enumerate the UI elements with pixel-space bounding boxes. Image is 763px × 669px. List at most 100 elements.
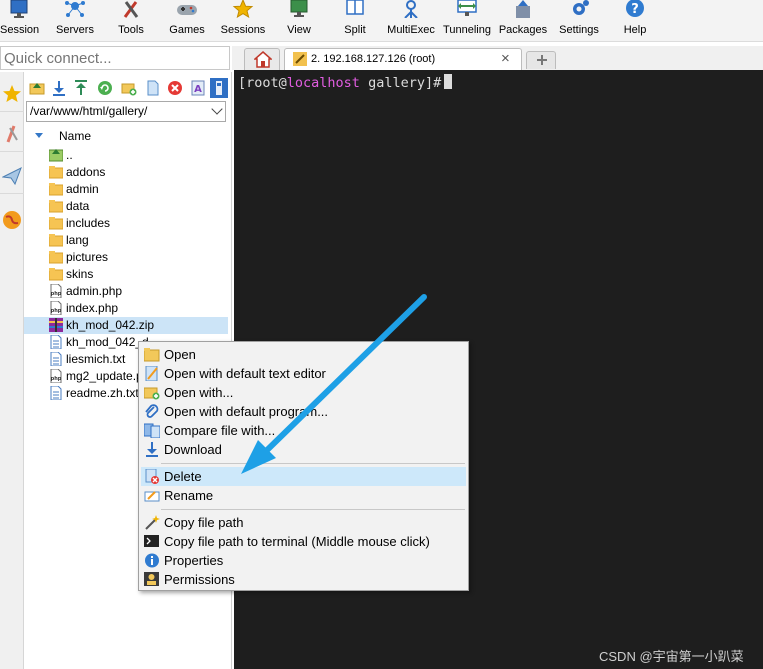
menu-item-properties[interactable]: Properties: [141, 551, 466, 570]
file-row[interactable]: data: [24, 198, 228, 215]
packages-button[interactable]: Packages: [498, 0, 548, 42]
games-button[interactable]: Games: [166, 0, 208, 42]
text-editor-icon: [145, 366, 158, 381]
file-name: ..: [66, 148, 73, 162]
tools-strip-button[interactable]: [0, 116, 24, 152]
follow-terminal-toggle[interactable]: [210, 78, 228, 98]
file-name: addons: [66, 165, 106, 179]
file-name: liesmich.txt: [66, 352, 126, 366]
file-row[interactable]: includes: [24, 215, 228, 232]
file-name: lang: [66, 233, 89, 247]
sftp-strip-button[interactable]: [0, 202, 24, 238]
user-permissions-icon: [144, 572, 159, 586]
new-tab-button[interactable]: [526, 51, 556, 69]
star-icon: [232, 0, 254, 18]
tools-icon: [6, 124, 18, 143]
home-tab[interactable]: [244, 48, 280, 70]
menu-item-copy-file-path[interactable]: Copy file path: [141, 513, 466, 532]
tab-session-2[interactable]: 2. 192.168.127.126 (root) ×: [284, 48, 522, 70]
text-file-icon: [50, 386, 62, 400]
refresh-button[interactable]: [96, 78, 114, 98]
name-column-label: Name: [59, 129, 92, 143]
menu-item-delete[interactable]: Delete: [141, 467, 466, 486]
name-column-header[interactable]: Name: [24, 126, 230, 146]
menu-item-permissions[interactable]: Permissions: [141, 570, 466, 589]
file-row[interactable]: lang: [24, 232, 228, 249]
delete-x-icon: [168, 81, 182, 95]
svg-text:php: php: [51, 291, 62, 297]
menu-label-properties: Properties: [164, 553, 224, 568]
file-context-menu: Open Open with default text editor Open …: [138, 341, 469, 591]
menu-item-open-default-program[interactable]: Open with default program...: [141, 402, 466, 421]
file-row[interactable]: admin: [24, 181, 228, 198]
parent-folder-icon: [49, 149, 63, 162]
menu-item-rename[interactable]: Rename: [141, 486, 466, 505]
macros-strip-button[interactable]: [0, 158, 24, 194]
menu-separator: [161, 463, 465, 464]
folder-icon: [49, 166, 63, 179]
servers-icon: [65, 1, 85, 17]
terminal-follow-icon: [216, 81, 222, 95]
help-label: Help: [623, 24, 647, 36]
sessions-button[interactable]: Sessions: [220, 0, 266, 42]
multiexec-icon: [404, 0, 418, 18]
session-button[interactable]: Session: [0, 0, 40, 42]
settings-button[interactable]: Settings: [556, 0, 602, 42]
file-row[interactable]: kh_mod_042.zip: [24, 317, 228, 334]
file-name: index.php: [66, 301, 119, 315]
servers-button[interactable]: Servers: [52, 0, 98, 42]
folder-icon: [49, 251, 63, 264]
tunneling-button[interactable]: Tunneling: [442, 0, 492, 42]
file-row[interactable]: pictures: [24, 249, 228, 266]
php-file-icon: php: [50, 284, 62, 298]
tunneling-icon: [457, 0, 477, 16]
split-button[interactable]: Split: [338, 0, 372, 42]
parent-dir-button[interactable]: [28, 78, 46, 98]
menu-item-compare-file[interactable]: Compare file with...: [141, 421, 466, 440]
view-button[interactable]: View: [282, 0, 316, 42]
menu-label-delete: Delete: [164, 469, 202, 484]
split-icon: [346, 0, 364, 15]
new-folder-icon: [121, 83, 137, 96]
upload-button[interactable]: [72, 78, 90, 98]
menu-label-copy-path-to-terminal: Copy file path to terminal (Middle mouse…: [164, 534, 430, 549]
tools-icon: [123, 1, 139, 18]
menu-item-copy-path-to-terminal[interactable]: Copy file path to terminal (Middle mouse…: [141, 532, 466, 551]
rename-icon: A: [191, 80, 205, 96]
menu-item-open-with[interactable]: Open with...: [141, 383, 466, 402]
menu-item-open[interactable]: Open: [141, 345, 466, 364]
settings-label: Settings: [559, 24, 599, 36]
multiexec-button[interactable]: MultiExec: [386, 0, 436, 42]
help-button[interactable]: ? Help: [616, 0, 654, 42]
file-row[interactable]: php index.php: [24, 300, 228, 317]
menu-item-download[interactable]: Download: [141, 440, 466, 459]
sessions-strip-button[interactable]: [0, 76, 24, 112]
file-row[interactable]: ..: [24, 147, 228, 164]
menu-item-open-text-editor[interactable]: Open with default text editor: [141, 364, 466, 383]
folder-open-icon: [144, 348, 160, 362]
folder-icon: [49, 217, 63, 230]
new-folder-button[interactable]: [120, 78, 138, 98]
php-file-icon: php: [50, 301, 62, 315]
rename-icon: [144, 491, 160, 502]
download-button[interactable]: [50, 78, 68, 98]
menu-label-copy-file-path: Copy file path: [164, 515, 244, 530]
terminal-icon: [144, 535, 159, 547]
sort-arrow-icon: [35, 133, 43, 138]
file-row[interactable]: php admin.php: [24, 283, 228, 300]
rename-button[interactable]: A: [189, 78, 207, 98]
multiexec-label: MultiExec: [387, 24, 435, 36]
ssh-key-icon: [293, 52, 307, 66]
new-file-button[interactable]: [144, 78, 162, 98]
remote-path-select[interactable]: /var/www/html/gallery/: [26, 101, 226, 122]
quick-connect-input[interactable]: [0, 46, 230, 70]
file-row[interactable]: skins: [24, 266, 228, 283]
close-tab-icon[interactable]: ×: [501, 50, 510, 67]
gamepad-icon: [177, 5, 197, 15]
delete-button[interactable]: [166, 78, 184, 98]
menu-label-open-text-editor: Open with default text editor: [164, 366, 326, 381]
tools-button[interactable]: Tools: [112, 0, 150, 42]
session-label: Session: [0, 24, 40, 36]
svg-text:php: php: [51, 308, 62, 314]
file-row[interactable]: addons: [24, 164, 228, 181]
